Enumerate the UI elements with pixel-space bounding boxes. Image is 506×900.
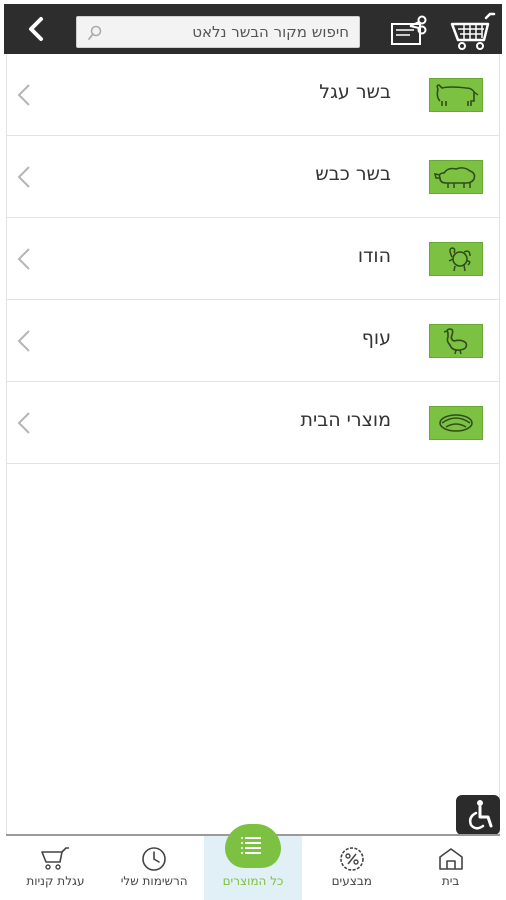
tab-label: בית	[441, 874, 460, 888]
tab-my-lists[interactable]: הרשימות שלי	[105, 836, 204, 900]
category-item-turkey[interactable]: הודו	[7, 218, 499, 300]
chicken-icon	[429, 324, 483, 358]
tab-label: הרשימות שלי	[120, 874, 188, 888]
category-item-veal[interactable]: בשר עגל	[7, 54, 499, 136]
category-label: בשר כבש	[315, 163, 391, 185]
tab-cart[interactable]: עגלת קניות	[6, 836, 105, 900]
tab-deals[interactable]: מבצעים	[302, 836, 401, 900]
cow-icon	[429, 78, 483, 112]
tab-home[interactable]: בית	[401, 836, 500, 900]
chevron-left-icon	[17, 329, 31, 353]
home-icon	[436, 846, 466, 872]
category-item-house-products[interactable]: מוצרי הבית	[7, 382, 499, 464]
turkey-icon	[429, 242, 483, 276]
percent-badge-icon	[337, 846, 367, 872]
coupon-scissors-icon[interactable]	[390, 14, 430, 48]
category-label: בשר עגל	[319, 81, 391, 103]
chevron-left-icon	[17, 83, 31, 107]
shopping-basket-icon[interactable]	[450, 12, 496, 52]
all-products-fab[interactable]	[224, 824, 281, 868]
tab-all-products[interactable]: כל המוצרים	[203, 824, 303, 900]
accessibility-icon[interactable]	[456, 795, 500, 835]
category-label: הודו	[357, 245, 391, 267]
chevron-left-icon	[17, 247, 31, 271]
chevron-left-icon	[17, 165, 31, 189]
tab-label: מבצעים	[331, 874, 372, 888]
category-item-lamb[interactable]: בשר כבש	[7, 136, 499, 218]
search-input[interactable]	[119, 23, 349, 41]
tab-label: עגלת קניות	[26, 874, 85, 888]
back-arrow-icon[interactable]	[24, 16, 50, 42]
chevron-left-icon	[17, 411, 31, 435]
top-bar	[4, 4, 502, 54]
shopping-cart-icon	[40, 846, 70, 872]
house-products-icon	[429, 406, 483, 440]
sheep-icon	[429, 160, 483, 194]
bottom-tab-bar: עגלת קניות הרשימות שלי כל המוצרים מבצעים…	[6, 824, 500, 900]
search-icon	[87, 25, 103, 41]
category-list: בשר עגל בשר כבש הודו עוף מוצרי הבית	[6, 54, 500, 834]
clock-icon	[139, 846, 169, 872]
search-bar[interactable]	[76, 16, 360, 48]
category-label: מוצרי הבית	[300, 409, 391, 431]
category-label: עוף	[361, 327, 391, 349]
tab-label: כל המוצרים	[222, 874, 284, 888]
category-item-chicken[interactable]: עוף	[7, 300, 499, 382]
